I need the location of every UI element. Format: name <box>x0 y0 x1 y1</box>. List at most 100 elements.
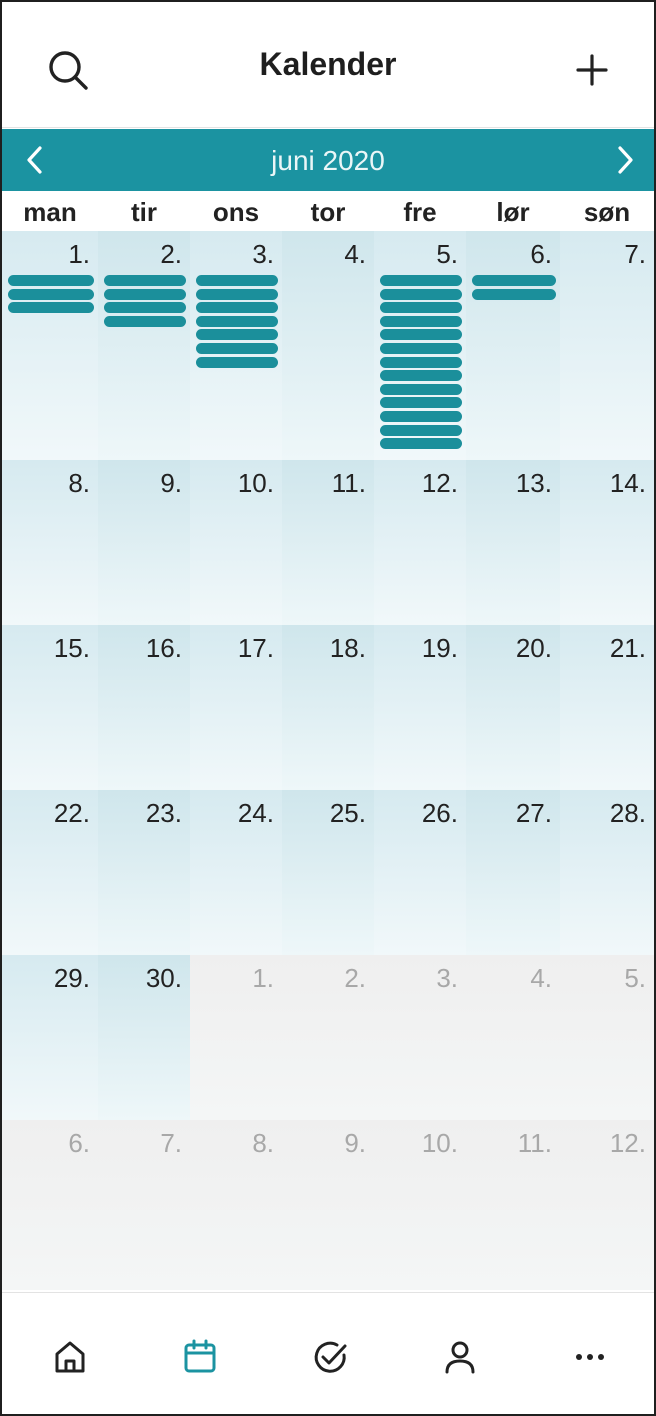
day-number: 30. <box>145 963 182 993</box>
calendar-icon[interactable] <box>180 1337 220 1377</box>
event-bar[interactable] <box>196 302 278 314</box>
calendar-day-cell[interactable]: 21. <box>560 625 654 790</box>
event-bar[interactable] <box>104 275 186 286</box>
event-bar[interactable] <box>380 424 462 436</box>
day-number: 9. <box>344 1128 366 1158</box>
event-bar[interactable] <box>196 275 278 286</box>
event-bar[interactable] <box>196 329 278 341</box>
day-number: 17. <box>237 633 274 663</box>
calendar-day-cell[interactable]: 23. <box>98 790 190 955</box>
calendar-week-row: 22. 23. 24. 25. 26. 27. 28. <box>2 790 654 955</box>
day-number: 26. <box>421 798 458 828</box>
event-bar[interactable] <box>380 275 462 286</box>
weekday-label: ons <box>212 197 260 227</box>
calendar-day-cell[interactable]: 4. <box>282 231 374 460</box>
calendar-day-cell[interactable]: 12. <box>560 1120 654 1290</box>
calendar-day-cell[interactable]: 16. <box>98 625 190 790</box>
calendar-day-cell[interactable]: 7. <box>98 1120 190 1290</box>
day-number: 1. <box>252 963 274 993</box>
calendar-day-cell[interactable]: 4. <box>466 955 560 1120</box>
day-number: 5. <box>624 963 646 993</box>
calendar-day-cell[interactable]: 28. <box>560 790 654 955</box>
event-bar[interactable] <box>196 315 278 327</box>
event-bar[interactable] <box>196 356 278 368</box>
event-bar[interactable] <box>472 275 556 286</box>
calendar-day-cell[interactable]: 25. <box>282 790 374 955</box>
calendar-day-cell[interactable]: 8. <box>2 460 98 625</box>
page-title: Kalender <box>259 46 397 82</box>
calendar-day-cell[interactable]: 6. <box>466 231 560 460</box>
calendar-day-cell[interactable]: 5. <box>560 955 654 1120</box>
calendar-day-cell[interactable]: 6. <box>2 1120 98 1290</box>
calendar-day-cell[interactable]: 22. <box>2 790 98 955</box>
event-bar[interactable] <box>380 383 462 395</box>
event-bar[interactable] <box>380 315 462 327</box>
calendar-day-cell[interactable]: 26. <box>374 790 466 955</box>
event-bar[interactable] <box>380 410 462 422</box>
event-bar[interactable] <box>196 342 278 354</box>
calendar-day-cell[interactable]: 3. <box>190 231 282 460</box>
calendar-day-cell[interactable]: 17. <box>190 625 282 790</box>
event-bar[interactable] <box>104 315 186 327</box>
calendar-day-cell[interactable]: 14. <box>560 460 654 625</box>
day-number: 21. <box>609 633 646 663</box>
event-bar[interactable] <box>380 370 462 382</box>
event-bar[interactable] <box>104 302 186 314</box>
calendar-week-row: 8. 9. 10. 11. 12. 13. 14. <box>2 460 654 625</box>
calendar-day-cell[interactable]: 3. <box>374 955 466 1120</box>
calendar-day-cell[interactable]: 5. <box>374 231 466 460</box>
day-number: 8. <box>68 468 90 498</box>
event-bar[interactable] <box>380 397 462 409</box>
calendar-day-cell[interactable]: 19. <box>374 625 466 790</box>
plus-icon[interactable] <box>570 48 614 92</box>
calendar-day-cell[interactable]: 10. <box>374 1120 466 1290</box>
event-bar[interactable] <box>380 329 462 341</box>
calendar-day-cell[interactable]: 11. <box>282 460 374 625</box>
event-bar[interactable] <box>196 288 278 300</box>
event-bar[interactable] <box>380 302 462 314</box>
event-bar[interactable] <box>8 288 94 300</box>
user-icon[interactable] <box>440 1337 480 1377</box>
more-dots-icon[interactable] <box>570 1337 610 1377</box>
day-number: 16. <box>145 633 182 663</box>
day-number: 3. <box>252 239 274 269</box>
calendar-day-cell[interactable]: 18. <box>282 625 374 790</box>
calendar-day-cell[interactable]: 9. <box>98 460 190 625</box>
chevron-right-icon[interactable] <box>610 143 640 177</box>
calendar-day-cell[interactable]: 20. <box>466 625 560 790</box>
calendar-day-cell[interactable]: 7. <box>560 231 654 460</box>
event-bar[interactable] <box>380 342 462 354</box>
calendar-day-cell[interactable]: 12. <box>374 460 466 625</box>
event-bar[interactable] <box>380 288 462 300</box>
day-number: 2. <box>344 963 366 993</box>
event-bar[interactable] <box>380 356 462 368</box>
weekday-label: lør <box>496 197 530 227</box>
calendar-day-cell[interactable]: 11. <box>466 1120 560 1290</box>
calendar-day-cell[interactable]: 1. <box>2 231 98 460</box>
day-number: 8. <box>252 1128 274 1158</box>
calendar-day-cell[interactable]: 30. <box>98 955 190 1120</box>
calendar-day-cell[interactable]: 1. <box>190 955 282 1120</box>
calendar-day-cell[interactable]: 2. <box>282 955 374 1120</box>
check-circle-icon[interactable] <box>310 1337 350 1377</box>
day-number: 2. <box>160 239 182 269</box>
calendar-day-cell[interactable]: 15. <box>2 625 98 790</box>
event-bar[interactable] <box>472 288 556 300</box>
calendar-day-cell[interactable]: 9. <box>282 1120 374 1290</box>
home-icon[interactable] <box>50 1337 90 1377</box>
event-bar[interactable] <box>8 302 94 314</box>
day-number: 10. <box>237 468 274 498</box>
weekday-label: søn <box>583 197 631 227</box>
day-number: 7. <box>624 239 646 269</box>
calendar-day-cell[interactable]: 24. <box>190 790 282 955</box>
event-bar[interactable] <box>104 288 186 300</box>
calendar-day-cell[interactable]: 2. <box>98 231 190 460</box>
event-bar[interactable] <box>380 438 462 450</box>
calendar-day-cell[interactable]: 8. <box>190 1120 282 1290</box>
calendar-day-cell[interactable]: 27. <box>466 790 560 955</box>
calendar-day-cell[interactable]: 10. <box>190 460 282 625</box>
calendar-day-cell[interactable]: 29. <box>2 955 98 1120</box>
event-bar[interactable] <box>8 275 94 286</box>
day-number: 14. <box>609 468 646 498</box>
calendar-day-cell[interactable]: 13. <box>466 460 560 625</box>
